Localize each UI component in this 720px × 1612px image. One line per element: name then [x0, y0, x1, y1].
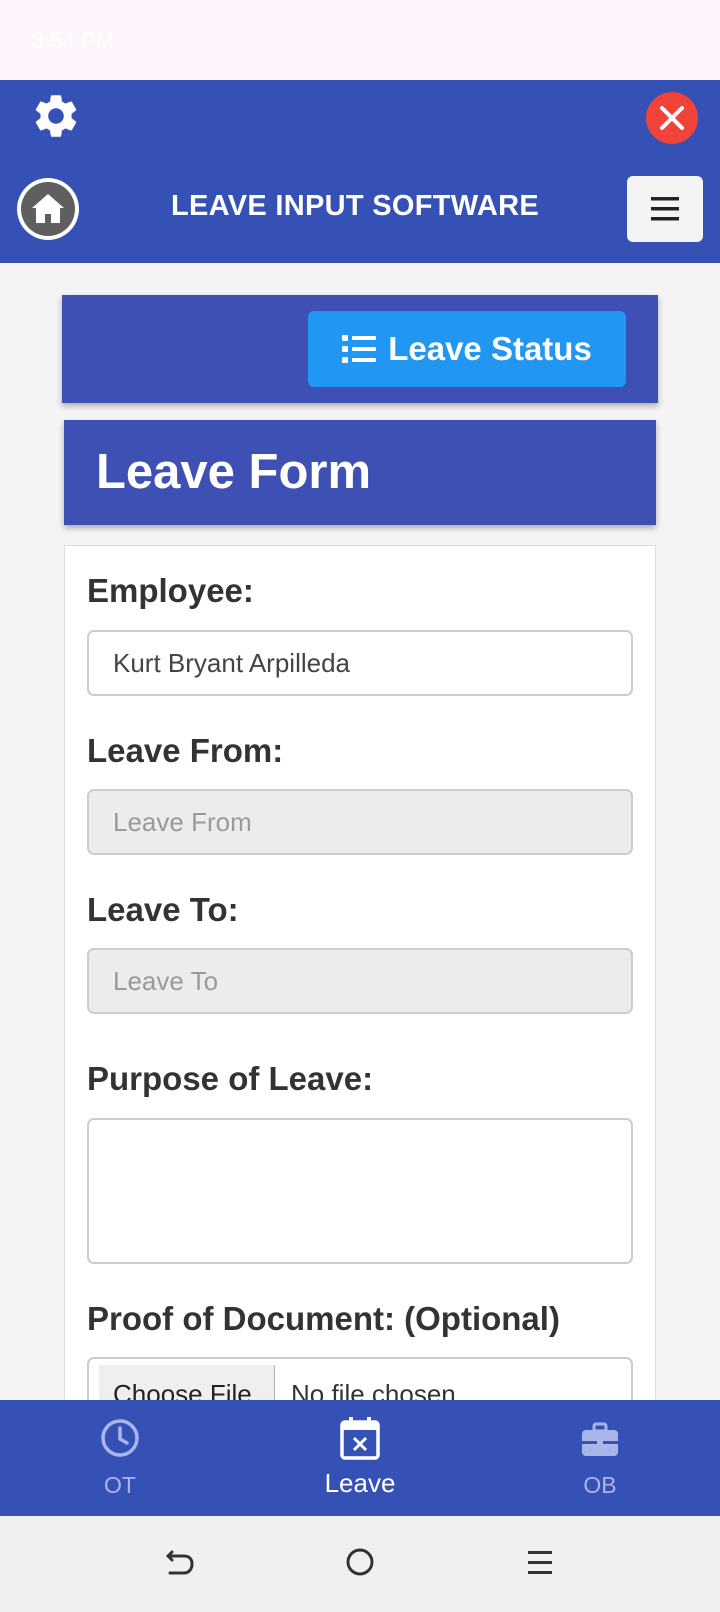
- home-button[interactable]: [17, 178, 79, 240]
- back-icon: [166, 1550, 194, 1575]
- employee-value: Kurt Bryant Arpilleda: [113, 647, 351, 678]
- list-icon: [342, 335, 377, 363]
- app-header: LEAVE INPUT SOFTWARE: [0, 80, 720, 263]
- leave-from-field[interactable]: Leave From: [87, 789, 633, 855]
- back-button[interactable]: [160, 1542, 200, 1582]
- leave-status-button[interactable]: Leave Status: [308, 311, 626, 387]
- close-icon: [660, 106, 684, 130]
- leave-from-placeholder: Leave From: [113, 806, 252, 837]
- nav-item-ob[interactable]: OB: [530, 1400, 670, 1516]
- home-nav-button[interactable]: [340, 1542, 380, 1582]
- system-status-bar: 3:54 PM: [0, 0, 720, 80]
- leave-to-field[interactable]: Leave To: [87, 948, 633, 1014]
- hamburger-menu-icon: [651, 197, 679, 221]
- recents-menu-icon: [528, 1551, 552, 1574]
- nav-label-ot: OT: [104, 1472, 136, 1498]
- system-nav-bar: [0, 1516, 720, 1612]
- recents-button[interactable]: [520, 1542, 560, 1582]
- nav-label-ob: OB: [583, 1472, 617, 1498]
- leave-to-label: Leave To:: [87, 891, 239, 928]
- clock-icon: [101, 1419, 139, 1457]
- briefcase-icon: [582, 1422, 618, 1456]
- menu-button[interactable]: [627, 176, 703, 242]
- form-title: Leave Form: [96, 445, 372, 499]
- nav-label-leave: Leave: [324, 1468, 396, 1498]
- leave-form: Employee: Kurt Bryant Arpilleda Leave Fr…: [64, 545, 656, 1447]
- leave-to-placeholder: Leave To: [113, 965, 219, 996]
- close-button[interactable]: [646, 92, 698, 144]
- gear-icon[interactable]: [30, 90, 82, 142]
- purpose-textarea[interactable]: [87, 1118, 633, 1264]
- bottom-nav: OT Leave OB: [0, 1400, 720, 1516]
- circle-home-icon: [346, 1548, 374, 1576]
- app-title: LEAVE INPUT SOFTWARE: [171, 190, 539, 222]
- employee-field[interactable]: Kurt Bryant Arpilleda: [87, 630, 633, 696]
- nav-item-ot[interactable]: OT: [50, 1400, 190, 1516]
- calendar-x-icon: [340, 1417, 380, 1460]
- proof-label: Proof of Document: (Optional): [87, 1300, 560, 1337]
- leave-from-label: Leave From:: [87, 732, 284, 769]
- form-header: Leave Form: [64, 420, 656, 525]
- nav-item-leave[interactable]: Leave: [290, 1400, 430, 1516]
- status-time: 3:54 PM: [32, 28, 114, 53]
- leave-status-label: Leave Status: [388, 330, 592, 367]
- employee-label: Employee:: [87, 572, 254, 609]
- home-icon: [32, 194, 64, 223]
- leave-status-toolbar: Leave Status: [62, 295, 658, 403]
- purpose-label: Purpose of Leave:: [87, 1060, 374, 1097]
